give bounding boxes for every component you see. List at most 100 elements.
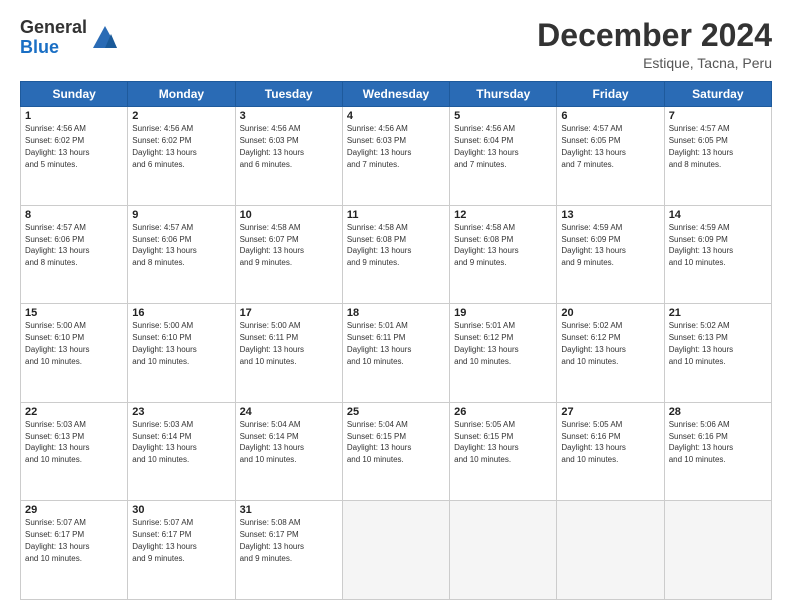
table-row: 31 Sunrise: 5:08 AMSunset: 6:17 PMDayligh… bbox=[235, 501, 342, 600]
day-number: 12 bbox=[454, 209, 552, 221]
day-number: 13 bbox=[561, 209, 659, 221]
table-row bbox=[557, 501, 664, 600]
day-number: 9 bbox=[132, 209, 230, 221]
logo-text: General Blue bbox=[20, 18, 87, 58]
table-row: 11Sunrise: 4:58 AMSunset: 6:08 PMDayligh… bbox=[342, 205, 449, 304]
day-number: 1 bbox=[25, 110, 123, 122]
day-number: 10 bbox=[240, 209, 338, 221]
day-number: 25 bbox=[347, 406, 445, 418]
day-number: 30 bbox=[132, 504, 230, 516]
day-number: 15 bbox=[25, 307, 123, 319]
day-info: Sunrise: 5:07 AMSunset: 6:17 PMDaylight:… bbox=[132, 518, 196, 562]
table-row: 10 Sunrise: 4:58 AMSunset: 6:07 PMDayligh… bbox=[235, 205, 342, 304]
day-info: Sunrise: 4:58 AMSunset: 6:08 PMDaylight:… bbox=[454, 223, 518, 267]
table-row: 30 Sunrise: 5:07 AMSunset: 6:17 PMDayligh… bbox=[128, 501, 235, 600]
table-row: 14Sunrise: 4:59 AMSunset: 6:09 PMDayligh… bbox=[664, 205, 771, 304]
logo-general: General bbox=[20, 17, 87, 37]
day-number: 27 bbox=[561, 406, 659, 418]
day-info: Sunrise: 5:00 AMSunset: 6:10 PMDaylight:… bbox=[132, 321, 196, 365]
day-number: 22 bbox=[25, 406, 123, 418]
day-info: Sunrise: 5:03 AMSunset: 6:14 PMDaylight:… bbox=[132, 420, 196, 464]
table-row: 27 Sunrise: 5:05 AMSunset: 6:16 PMDayligh… bbox=[557, 402, 664, 501]
day-number: 21 bbox=[669, 307, 767, 319]
table-row: 26Sunrise: 5:05 AMSunset: 6:15 PMDayligh… bbox=[450, 402, 557, 501]
table-row: 17Sunrise: 5:00 AMSunset: 6:11 PMDayligh… bbox=[235, 304, 342, 403]
table-row: 29Sunrise: 5:07 AMSunset: 6:17 PMDayligh… bbox=[21, 501, 128, 600]
day-number: 3 bbox=[240, 110, 338, 122]
logo-icon bbox=[91, 24, 119, 52]
title-block: December 2024 Estique, Tacna, Peru bbox=[537, 18, 772, 71]
day-number: 28 bbox=[669, 406, 767, 418]
day-info: Sunrise: 5:02 AMSunset: 6:12 PMDaylight:… bbox=[561, 321, 625, 365]
calendar-row: 22 Sunrise: 5:03 AMSunset: 6:13 PMDayligh… bbox=[21, 402, 772, 501]
day-info: Sunrise: 5:01 AMSunset: 6:12 PMDaylight:… bbox=[454, 321, 518, 365]
day-info: Sunrise: 4:56 AMSunset: 6:03 PMDaylight:… bbox=[240, 124, 304, 168]
day-number: 18 bbox=[347, 307, 445, 319]
day-info: Sunrise: 4:56 AMSunset: 6:04 PMDaylight:… bbox=[454, 124, 518, 168]
day-info: Sunrise: 5:08 AMSunset: 6:17 PMDaylight:… bbox=[240, 518, 304, 562]
day-info: Sunrise: 5:02 AMSunset: 6:13 PMDaylight:… bbox=[669, 321, 733, 365]
day-number: 5 bbox=[454, 110, 552, 122]
day-info: Sunrise: 4:57 AMSunset: 6:06 PMDaylight:… bbox=[25, 223, 89, 267]
table-row: 4 Sunrise: 4:56 AMSunset: 6:03 PMDaylight… bbox=[342, 107, 449, 206]
table-row: 18Sunrise: 5:01 AMSunset: 6:11 PMDayligh… bbox=[342, 304, 449, 403]
table-row: 8 Sunrise: 4:57 AMSunset: 6:06 PMDaylight… bbox=[21, 205, 128, 304]
day-number: 20 bbox=[561, 307, 659, 319]
day-info: Sunrise: 4:56 AMSunset: 6:03 PMDaylight:… bbox=[347, 124, 411, 168]
table-row: 23 Sunrise: 5:03 AMSunset: 6:14 PMDayligh… bbox=[128, 402, 235, 501]
day-info: Sunrise: 5:04 AMSunset: 6:15 PMDaylight:… bbox=[347, 420, 411, 464]
day-info: Sunrise: 4:57 AMSunset: 6:05 PMDaylight:… bbox=[669, 124, 733, 168]
header-wednesday: Wednesday bbox=[342, 82, 449, 107]
table-row bbox=[664, 501, 771, 600]
day-number: 4 bbox=[347, 110, 445, 122]
day-info: Sunrise: 4:57 AMSunset: 6:05 PMDaylight:… bbox=[561, 124, 625, 168]
table-row: 16 Sunrise: 5:00 AMSunset: 6:10 PMDayligh… bbox=[128, 304, 235, 403]
table-row: 24Sunrise: 5:04 AMSunset: 6:14 PMDayligh… bbox=[235, 402, 342, 501]
day-number: 2 bbox=[132, 110, 230, 122]
calendar-row: 1 Sunrise: 4:56 AMSunset: 6:02 PMDaylight… bbox=[21, 107, 772, 206]
day-info: Sunrise: 5:00 AMSunset: 6:10 PMDaylight:… bbox=[25, 321, 89, 365]
day-number: 23 bbox=[132, 406, 230, 418]
day-info: Sunrise: 5:05 AMSunset: 6:16 PMDaylight:… bbox=[561, 420, 625, 464]
table-row: 13Sunrise: 4:59 AMSunset: 6:09 PMDayligh… bbox=[557, 205, 664, 304]
day-number: 8 bbox=[25, 209, 123, 221]
table-row: 7 Sunrise: 4:57 AMSunset: 6:05 PMDaylight… bbox=[664, 107, 771, 206]
calendar-row: 8 Sunrise: 4:57 AMSunset: 6:06 PMDaylight… bbox=[21, 205, 772, 304]
day-info: Sunrise: 5:04 AMSunset: 6:14 PMDaylight:… bbox=[240, 420, 304, 464]
calendar-table: Sunday Monday Tuesday Wednesday Thursday… bbox=[20, 81, 772, 600]
page: General Blue December 2024 Estique, Tacn… bbox=[0, 0, 792, 612]
calendar-row: 15 Sunrise: 5:00 AMSunset: 6:10 PMDayligh… bbox=[21, 304, 772, 403]
table-row: 19Sunrise: 5:01 AMSunset: 6:12 PMDayligh… bbox=[450, 304, 557, 403]
day-info: Sunrise: 4:58 AMSunset: 6:08 PMDaylight:… bbox=[347, 223, 411, 267]
logo: General Blue bbox=[20, 18, 119, 58]
day-number: 16 bbox=[132, 307, 230, 319]
day-info: Sunrise: 4:58 AMSunset: 6:07 PMDaylight:… bbox=[240, 223, 304, 267]
table-row: 21 Sunrise: 5:02 AMSunset: 6:13 PMDayligh… bbox=[664, 304, 771, 403]
header: General Blue December 2024 Estique, Tacn… bbox=[20, 18, 772, 71]
table-row: 25 Sunrise: 5:04 AMSunset: 6:15 PMDayligh… bbox=[342, 402, 449, 501]
day-info: Sunrise: 4:56 AMSunset: 6:02 PMDaylight:… bbox=[132, 124, 196, 168]
day-info: Sunrise: 4:56 AMSunset: 6:02 PMDaylight:… bbox=[25, 124, 89, 168]
weekday-header-row: Sunday Monday Tuesday Wednesday Thursday… bbox=[21, 82, 772, 107]
day-info: Sunrise: 4:57 AMSunset: 6:06 PMDaylight:… bbox=[132, 223, 196, 267]
day-number: 31 bbox=[240, 504, 338, 516]
day-info: Sunrise: 5:03 AMSunset: 6:13 PMDaylight:… bbox=[25, 420, 89, 464]
table-row: 15 Sunrise: 5:00 AMSunset: 6:10 PMDayligh… bbox=[21, 304, 128, 403]
table-row: 12 Sunrise: 4:58 AMSunset: 6:08 PMDayligh… bbox=[450, 205, 557, 304]
day-number: 17 bbox=[240, 307, 338, 319]
day-number: 14 bbox=[669, 209, 767, 221]
header-tuesday: Tuesday bbox=[235, 82, 342, 107]
table-row bbox=[450, 501, 557, 600]
table-row: 9 Sunrise: 4:57 AMSunset: 6:06 PMDaylight… bbox=[128, 205, 235, 304]
table-row: 5 Sunrise: 4:56 AMSunset: 6:04 PMDaylight… bbox=[450, 107, 557, 206]
table-row: 6 Sunrise: 4:57 AMSunset: 6:05 PMDaylight… bbox=[557, 107, 664, 206]
day-number: 7 bbox=[669, 110, 767, 122]
header-saturday: Saturday bbox=[664, 82, 771, 107]
table-row: 22 Sunrise: 5:03 AMSunset: 6:13 PMDayligh… bbox=[21, 402, 128, 501]
day-number: 6 bbox=[561, 110, 659, 122]
month-title: December 2024 bbox=[537, 18, 772, 53]
table-row: 3 Sunrise: 4:56 AMSunset: 6:03 PMDaylight… bbox=[235, 107, 342, 206]
calendar-row: 29Sunrise: 5:07 AMSunset: 6:17 PMDayligh… bbox=[21, 501, 772, 600]
table-row: 28 Sunrise: 5:06 AMSunset: 6:16 PMDayligh… bbox=[664, 402, 771, 501]
day-info: Sunrise: 5:06 AMSunset: 6:16 PMDaylight:… bbox=[669, 420, 733, 464]
